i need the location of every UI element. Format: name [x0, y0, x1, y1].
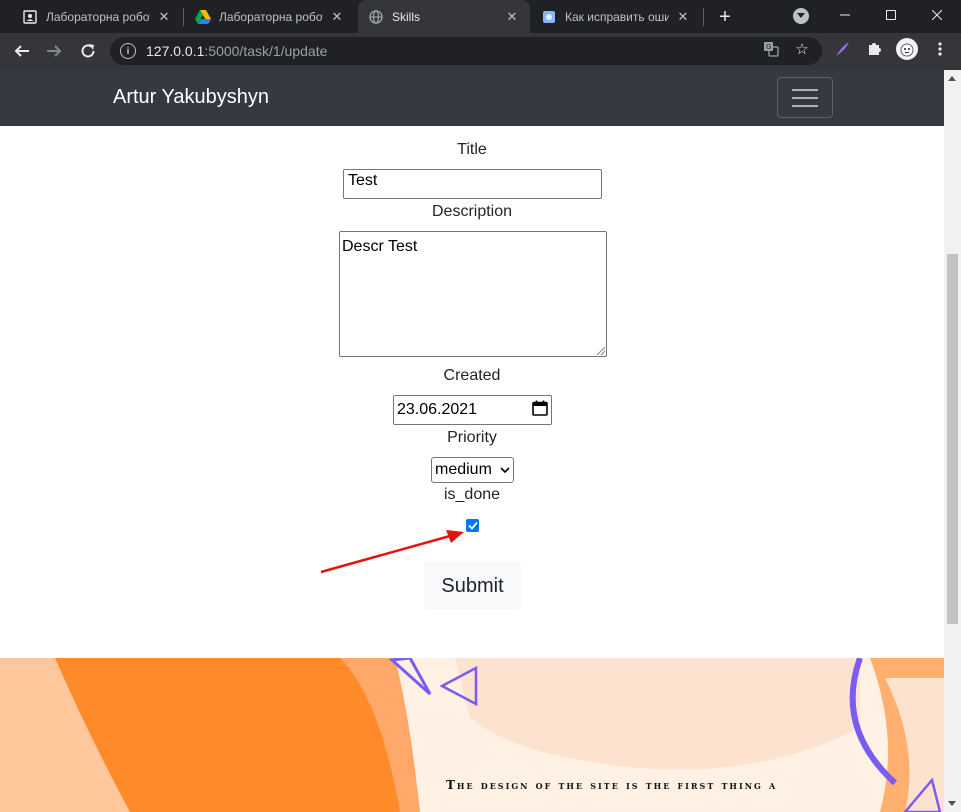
tab-separator	[703, 8, 704, 26]
browser-tab-4[interactable]: Как исправить ошибку ✕	[531, 0, 701, 33]
banner-text: The design of the site is the first thin…	[446, 778, 778, 792]
close-icon[interactable]: ✕	[675, 9, 691, 25]
priority-select[interactable]: medium	[431, 457, 514, 483]
tab-separator	[183, 8, 184, 26]
info-icon[interactable]: i	[120, 43, 136, 59]
forward-icon[interactable]	[40, 37, 68, 65]
maximize-icon[interactable]	[868, 0, 914, 30]
scroll-down-icon[interactable]	[948, 801, 956, 806]
is-done-label: is_done	[443, 486, 501, 503]
hamburger-icon-bar	[792, 96, 818, 99]
description-label: Description	[431, 203, 513, 220]
tab-title: Лабораторна робота	[219, 9, 323, 24]
address-bar[interactable]: i 127.0.0.1:5000/task/1/update	[110, 37, 822, 65]
classroom-icon	[22, 9, 38, 25]
title-label: Title	[457, 141, 487, 158]
checkmark-icon	[467, 521, 478, 530]
resize-handle-icon[interactable]	[597, 347, 605, 355]
tab-title: Лабораторна робота	[46, 9, 150, 24]
menu-kebab-icon[interactable]	[930, 39, 950, 59]
new-tab-button[interactable]: +	[712, 4, 738, 30]
window-close-icon[interactable]	[914, 0, 960, 30]
browser-toolbar: i 127.0.0.1:5000/task/1/update G ☆	[0, 33, 961, 70]
site-navbar: Artur Yakubyshyn	[0, 70, 944, 126]
profile-avatar[interactable]	[896, 38, 918, 60]
navbar-toggler-button[interactable]	[777, 77, 833, 118]
tab-strip: Лабораторна робота ✕ Лабораторна робота …	[0, 0, 961, 33]
hamburger-icon-bar	[792, 88, 818, 91]
url-host: 127.0.0.1	[146, 43, 205, 59]
translate-icon[interactable]: G	[761, 39, 781, 59]
feather-extension-icon[interactable]	[832, 39, 852, 59]
page-scrollbar[interactable]	[944, 70, 961, 812]
decorative-banner: The design of the site is the first thin…	[0, 658, 944, 812]
bookmark-star-icon[interactable]: ☆	[792, 39, 812, 59]
browser-tab-2[interactable]: Лабораторна робота ✕	[185, 0, 355, 33]
chevron-down-icon	[500, 461, 510, 479]
tab-title: Skills	[392, 9, 421, 24]
scroll-up-icon[interactable]	[948, 76, 956, 81]
scrollbar-thumb[interactable]	[947, 254, 958, 624]
created-label: Created	[443, 367, 501, 384]
browser-tab-3[interactable]: Skills ✕	[358, 0, 530, 33]
globe-icon	[368, 9, 384, 25]
browser-tab-1[interactable]: Лабораторна робота ✕	[12, 0, 182, 33]
google-drive-icon	[195, 9, 211, 25]
title-input[interactable]: Test	[343, 169, 602, 199]
url-path: :5000/task/1/update	[204, 43, 328, 59]
tab-title: Как исправить ошибку	[565, 9, 669, 24]
page-icon	[541, 9, 557, 25]
description-text: Descr Test	[342, 238, 418, 255]
reload-icon[interactable]	[74, 37, 102, 65]
annotation-arrow-icon	[320, 530, 464, 574]
svg-text:G: G	[766, 43, 771, 51]
back-icon[interactable]	[8, 37, 36, 65]
priority-selected-value: medium	[435, 461, 492, 478]
created-date-value: 23.06.2021	[397, 401, 478, 418]
close-icon[interactable]: ✕	[156, 9, 172, 25]
hamburger-icon-bar	[792, 104, 818, 107]
created-date-input[interactable]: 23.06.2021	[393, 395, 552, 425]
navbar-brand[interactable]: Artur Yakubyshyn	[113, 86, 269, 109]
extensions-puzzle-icon[interactable]	[864, 39, 884, 59]
priority-label: Priority	[447, 429, 497, 446]
minimize-icon[interactable]	[822, 0, 868, 30]
close-icon[interactable]: ✕	[504, 9, 520, 25]
close-icon[interactable]: ✕	[329, 9, 345, 25]
tab-search-icon[interactable]	[793, 8, 809, 24]
description-textarea[interactable]: Descr Test	[339, 231, 607, 357]
web-page: Artur Yakubyshyn Title Test Description …	[0, 70, 944, 812]
calendar-icon[interactable]	[532, 400, 548, 421]
url-text: 127.0.0.1:5000/task/1/update	[146, 43, 327, 59]
